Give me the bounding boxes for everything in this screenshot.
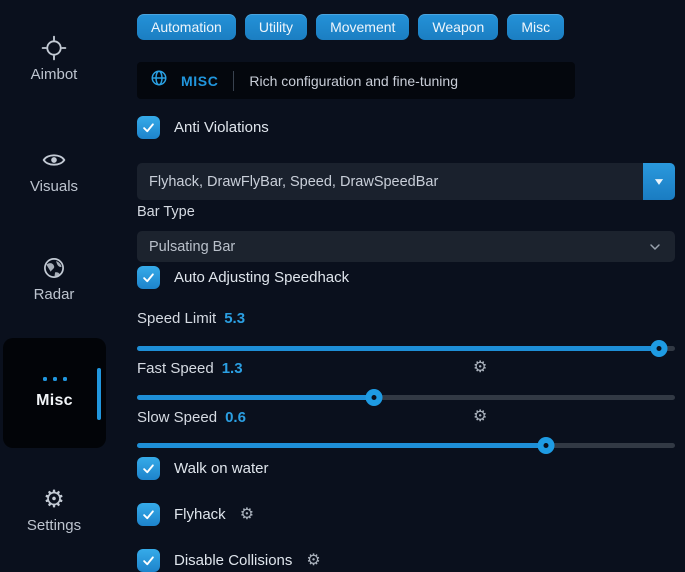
sidebar-item-radar[interactable]: Radar	[0, 255, 108, 303]
active-indicator	[97, 368, 101, 420]
flyhack-label: Flyhack	[174, 506, 226, 523]
sidebar-item-aimbot[interactable]: Aimbot	[0, 35, 108, 83]
gear-icon: ⚙	[43, 488, 65, 512]
sidebar-item-label: Misc	[36, 392, 73, 410]
disable-collisions-label: Disable Collisions	[174, 552, 292, 569]
bar-type-selected: Pulsating Bar	[149, 239, 235, 255]
walk-on-water-row: Walk on water	[137, 457, 268, 480]
speed-limit-value: 5.3	[224, 310, 245, 327]
check-icon	[141, 270, 156, 285]
slow-speed-label: Slow Speed	[137, 409, 217, 426]
crosshair-icon	[41, 35, 67, 61]
auto-adjusting-speedhack-label: Auto Adjusting Speedhack	[174, 269, 349, 286]
walk-on-water-label: Walk on water	[174, 460, 268, 477]
bar-flags-dropdown-button[interactable]	[643, 163, 675, 200]
auto-adjusting-speedhack-checkbox[interactable]	[137, 266, 160, 289]
sidebar-item-label: Settings	[27, 517, 81, 534]
globe-icon	[150, 69, 168, 92]
slider-thumb[interactable]	[650, 340, 667, 357]
slider-thumb[interactable]	[365, 389, 382, 406]
auto-adjusting-speedhack-row: Auto Adjusting Speedhack	[137, 266, 349, 289]
fast-speed-gear-icon[interactable]: ⚙	[473, 360, 487, 376]
slider-fill	[137, 346, 659, 351]
triangle-down-icon	[652, 175, 666, 189]
bar-flags-value: Flyhack, DrawFlyBar, Speed, DrawSpeedBar	[137, 174, 643, 190]
slow-speed-slider[interactable]	[137, 437, 675, 454]
globe-icon	[41, 255, 67, 281]
fast-speed-value: 1.3	[222, 360, 243, 377]
speed-limit-slider[interactable]	[137, 340, 675, 357]
anti-violations-checkbox[interactable]	[137, 116, 160, 139]
slider-fill	[137, 395, 374, 400]
slow-speed-gear-icon[interactable]: ⚙	[473, 409, 487, 425]
disable-collisions-row: Disable Collisions ⚙	[137, 549, 321, 572]
bar-type-label: Bar Type	[137, 204, 195, 220]
slow-speed-labelrow: Slow Speed 0.6	[137, 409, 246, 426]
fast-speed-label: Fast Speed	[137, 360, 214, 377]
ellipsis-icon	[43, 377, 67, 381]
fast-speed-labelrow: Fast Speed 1.3	[137, 360, 243, 377]
check-icon	[141, 507, 156, 522]
walk-on-water-checkbox[interactable]	[137, 457, 160, 480]
eye-icon	[41, 147, 67, 173]
tab-weapon[interactable]: Weapon	[418, 14, 498, 40]
slow-speed-value: 0.6	[225, 409, 246, 426]
section-title: MISC	[181, 73, 218, 89]
divider	[233, 71, 234, 91]
chevron-down-icon	[647, 239, 663, 255]
speed-limit-labelrow: Speed Limit 5.3	[137, 310, 245, 327]
sidebar-item-settings[interactable]: ⚙ Settings	[0, 488, 108, 534]
sidebar-item-label: Radar	[34, 286, 75, 303]
slider-thumb[interactable]	[537, 437, 554, 454]
section-header: MISC Rich configuration and fine-tuning	[137, 62, 575, 99]
anti-violations-label: Anti Violations	[174, 119, 269, 136]
slider-fill	[137, 443, 546, 448]
bar-type-select[interactable]: Pulsating Bar	[137, 231, 675, 262]
speed-limit-label: Speed Limit	[137, 310, 216, 327]
sidebar-item-label: Aimbot	[31, 66, 78, 83]
tab-utility[interactable]: Utility	[245, 14, 307, 40]
fast-speed-slider[interactable]	[137, 389, 675, 406]
tab-misc[interactable]: Misc	[507, 14, 564, 40]
sidebar-item-visuals[interactable]: Visuals	[0, 147, 108, 195]
tab-automation[interactable]: Automation	[137, 14, 236, 40]
anti-violations-row: Anti Violations	[137, 116, 269, 139]
section-subtitle: Rich configuration and fine-tuning	[249, 73, 458, 89]
category-tabs: Automation Utility Movement Weapon Misc	[137, 14, 564, 40]
flyhack-checkbox[interactable]	[137, 503, 160, 526]
sidebar-item-misc-active[interactable]: Misc	[3, 338, 106, 448]
check-icon	[141, 120, 156, 135]
bar-flags-input[interactable]: Flyhack, DrawFlyBar, Speed, DrawSpeedBar	[137, 163, 675, 200]
check-icon	[141, 461, 156, 476]
sidebar-item-label: Visuals	[30, 178, 78, 195]
disable-collisions-gear-icon[interactable]: ⚙	[306, 553, 320, 569]
tab-movement[interactable]: Movement	[316, 14, 409, 40]
check-icon	[141, 553, 156, 568]
disable-collisions-checkbox[interactable]	[137, 549, 160, 572]
flyhack-row: Flyhack ⚙	[137, 503, 254, 526]
flyhack-gear-icon[interactable]: ⚙	[240, 507, 254, 523]
